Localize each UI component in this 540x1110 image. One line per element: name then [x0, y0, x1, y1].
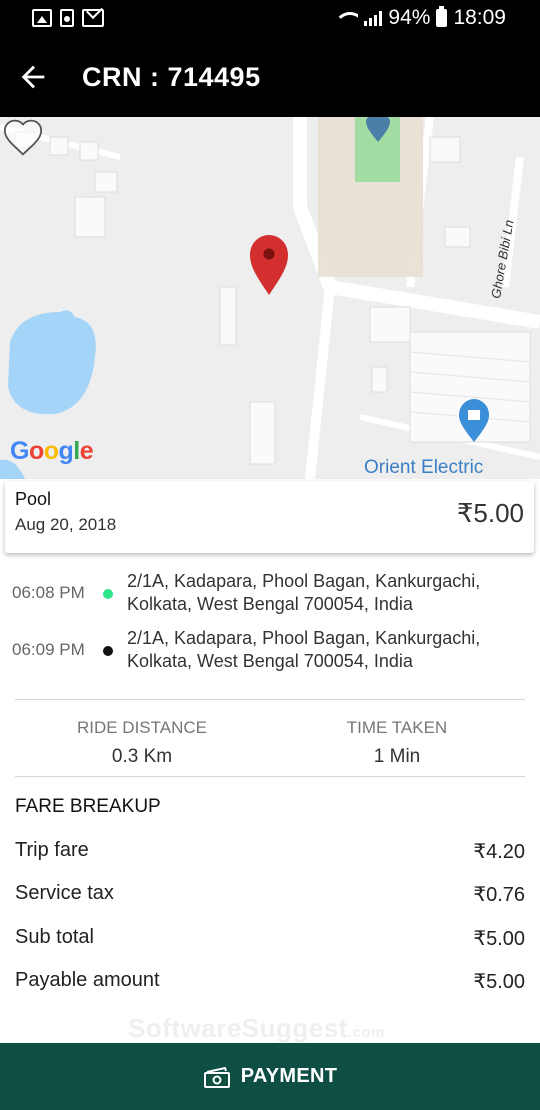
- pickup-time: 06:08 PM: [12, 583, 85, 602]
- battery-icon: [436, 6, 448, 27]
- drop-time: 06:09 PM: [12, 640, 85, 659]
- clock: 18:09: [453, 6, 506, 29]
- camera-notification-icon: [60, 9, 74, 27]
- watermark: SoftwareSuggest.com: [128, 1013, 385, 1044]
- favorite-heart-icon[interactable]: [0, 117, 46, 157]
- payment-button[interactable]: PAYMENT: [0, 1043, 540, 1110]
- ride-distance-stat: RIDE DISTANCE 0.3 Km: [42, 718, 242, 768]
- fare-value: ₹4.20: [473, 841, 525, 863]
- map-graphics: [0, 117, 540, 479]
- battery-percent: 94%: [388, 6, 431, 29]
- fare-row-trip-fare: Trip fare ₹4.20: [15, 839, 525, 867]
- ride-type: Pool: [15, 489, 52, 509]
- ride-distance-value: 0.3 Km: [111, 746, 173, 767]
- fare-value: ₹5.00: [473, 928, 525, 950]
- pickup-stop: 06:08 PM 2/1A, Kadapara, Phool Bagan, Ka…: [0, 570, 540, 620]
- fare-value: ₹5.00: [473, 971, 525, 993]
- back-arrow-icon[interactable]: [16, 60, 50, 94]
- watermark-suffix: .com: [347, 1024, 385, 1041]
- cash-icon: [203, 1066, 230, 1088]
- google-logo: Google: [10, 437, 94, 465]
- fare-label: Sub total: [15, 926, 94, 948]
- divider: [15, 776, 525, 777]
- mail-icon: [82, 9, 104, 27]
- divider: [15, 699, 525, 700]
- payment-label: PAYMENT: [240, 1065, 338, 1087]
- drop-stop: 06:09 PM 2/1A, Kadapara, Phool Bagan, Ka…: [0, 627, 540, 677]
- pickup-dot: [103, 589, 113, 599]
- watermark-brand: SoftwareSuggest: [128, 1013, 348, 1043]
- time-taken-label: TIME TAKEN: [346, 718, 448, 737]
- fare-row-sub-total: Sub total ₹5.00: [15, 926, 525, 954]
- time-taken-stat: TIME TAKEN 1 Min: [297, 718, 497, 768]
- pickup-address: 2/1A, Kadapara, Phool Bagan, Kankurgachi…: [127, 571, 481, 614]
- ride-distance-label: RIDE DISTANCE: [76, 718, 208, 737]
- photo-icon: [32, 9, 52, 27]
- notification-icons: [32, 9, 104, 27]
- wifi-icon: [336, 10, 359, 26]
- fare-row-service-tax: Service tax ₹0.76: [15, 882, 525, 910]
- fare-label: Payable amount: [15, 969, 160, 991]
- poi-label: Orient Electric: [364, 457, 484, 478]
- map-pin-icon: [250, 235, 288, 295]
- status-bar: 94% 18:09: [0, 0, 540, 38]
- fare-value: ₹0.76: [473, 884, 525, 906]
- map-view[interactable]: Ghore Bibi Ln Google Orient Electric: [0, 117, 540, 479]
- app-bar: CRN : 714495: [0, 38, 540, 117]
- ride-date: Aug 20, 2018: [15, 515, 117, 534]
- signal-icon: [364, 10, 383, 26]
- drop-dot: [103, 646, 113, 656]
- page-title: CRN : 714495: [82, 62, 261, 92]
- ride-amount: ₹5.00: [456, 498, 524, 528]
- system-icons: 94% 18:09: [336, 6, 506, 30]
- fare-row-payable-amount: Payable amount ₹5.00: [15, 969, 525, 997]
- fare-breakup-heading: FARE BREAKUP: [15, 796, 161, 817]
- drop-address: 2/1A, Kadapara, Phool Bagan, Kankurgachi…: [127, 628, 481, 671]
- time-taken-value: 1 Min: [373, 746, 421, 767]
- fare-label: Service tax: [15, 882, 114, 904]
- ride-summary-card: Pool Aug 20, 2018 ₹5.00: [5, 481, 534, 553]
- fare-label: Trip fare: [15, 839, 89, 861]
